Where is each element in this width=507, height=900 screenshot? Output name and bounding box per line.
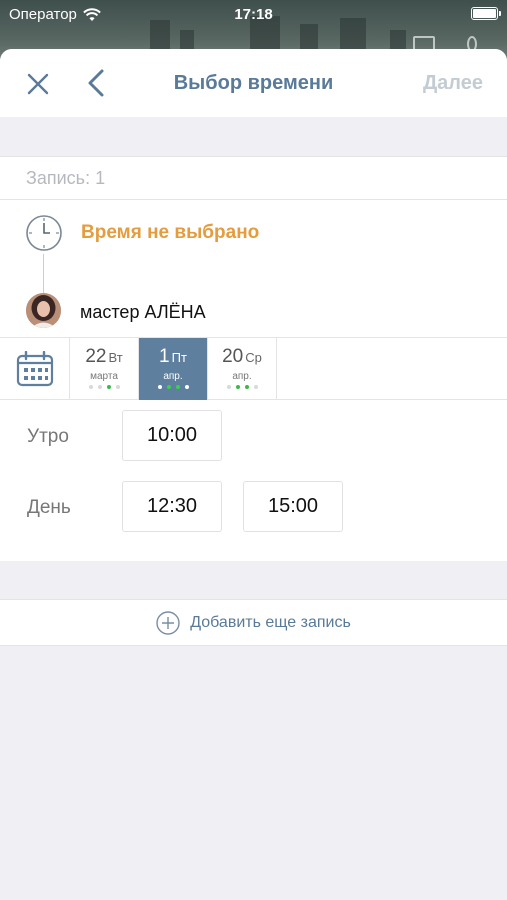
nav-bar: Выбор времени Далее (0, 49, 507, 117)
date-item[interactable]: 22 Вт марта (70, 338, 139, 400)
record-label: Запись: 1 (0, 157, 507, 200)
timeline-connector (43, 254, 44, 296)
avatar (26, 293, 61, 328)
add-circle-icon (156, 610, 180, 635)
time-slot-button[interactable]: 10:00 (122, 410, 222, 461)
master-name: мастер АЛЁНА (80, 302, 206, 322)
time-slots: Утро 10:00 День 12:30 15:00 (0, 400, 507, 542)
clock-time: 17:18 (234, 6, 273, 23)
date-month: апр. (232, 371, 252, 382)
date-item[interactable]: 20 Ср апр. (208, 338, 277, 400)
calendar-icon (16, 351, 53, 387)
battery-icon (471, 7, 501, 20)
time-slot-button[interactable]: 15:00 (243, 481, 343, 532)
add-record-button[interactable]: Добавить еще запись (0, 599, 507, 646)
date-picker: 22 Вт марта 1 Пт апр. 20 Ср апр. (0, 337, 507, 400)
time-slot-button[interactable]: 12:30 (122, 481, 222, 532)
calendar-button[interactable] (0, 338, 70, 400)
availability-dots (70, 385, 138, 389)
date-weekday: Ср (245, 350, 262, 365)
date-weekday: Вт (108, 350, 123, 365)
add-record-label: Добавить еще запись (190, 613, 351, 631)
date-item-selected[interactable]: 1 Пт апр. (139, 338, 208, 400)
period-label: Утро (27, 426, 69, 447)
record-timeline: Время не выбрано мастер АЛЁНА (0, 200, 507, 336)
modal-sheet: Выбор времени Далее Запись: 1 Время не в… (0, 49, 507, 900)
date-day: 20 (222, 346, 244, 367)
clock-icon (26, 215, 62, 251)
date-weekday: Пт (171, 350, 187, 365)
next-button[interactable]: Далее (423, 72, 483, 95)
time-status: Время не выбрано (81, 222, 260, 243)
date-day: 22 (85, 346, 107, 367)
availability-dots (139, 385, 207, 389)
date-day: 1 (159, 346, 170, 367)
record-card: Запись: 1 Время не выбрано мастер АЛЁНА … (0, 156, 507, 561)
status-bar: Оператор 17:18 (0, 0, 507, 28)
slot-row-day: День 12:30 15:00 (0, 471, 507, 542)
date-month: апр. (163, 371, 183, 382)
availability-dots (208, 385, 276, 389)
date-month: марта (90, 371, 118, 382)
slot-row-morning: Утро 10:00 (0, 400, 507, 471)
period-label: День (27, 497, 71, 518)
